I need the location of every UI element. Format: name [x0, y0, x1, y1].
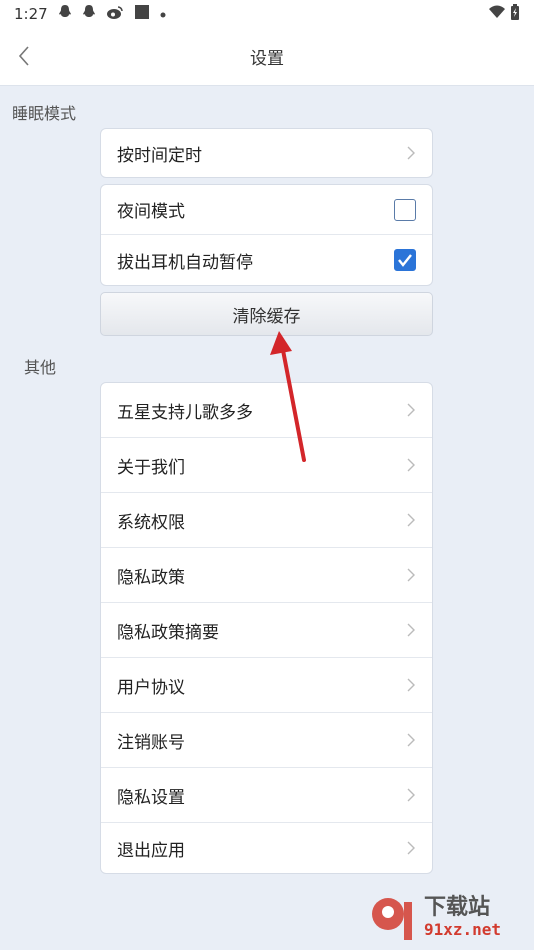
- chevron-right-icon: [407, 568, 415, 582]
- app-header: 设置: [0, 28, 534, 86]
- back-button[interactable]: [12, 42, 36, 70]
- chevron-right-icon: [407, 788, 415, 802]
- other-item-label: 隐私政策: [117, 567, 185, 588]
- auto-pause-row[interactable]: 拔出耳机自动暂停: [101, 235, 432, 285]
- other-item[interactable]: 注销账号: [101, 713, 432, 768]
- chevron-right-icon: [407, 841, 415, 855]
- other-item[interactable]: 系统权限: [101, 493, 432, 548]
- night-mode-label: 夜间模式: [117, 202, 185, 222]
- night-mode-row[interactable]: 夜间模式: [101, 185, 432, 235]
- section-label-other: 其他: [24, 358, 57, 377]
- other-item-label: 系统权限: [117, 512, 185, 533]
- watermark-91-icon: [372, 898, 412, 940]
- other-item-label: 隐私设置: [117, 787, 185, 808]
- battery-icon: [510, 4, 520, 24]
- chevron-right-icon: [407, 146, 415, 160]
- other-item-label: 退出应用: [117, 840, 185, 861]
- timer-row-label: 按时间定时: [117, 145, 202, 166]
- page-title: 设置: [250, 49, 284, 69]
- auto-pause-label: 拔出耳机自动暂停: [117, 252, 253, 273]
- auto-pause-checkbox[interactable]: [394, 249, 416, 271]
- other-item[interactable]: 退出应用: [101, 823, 432, 873]
- annotation-arrow-icon: [270, 331, 306, 462]
- chevron-right-icon: [407, 623, 415, 637]
- app-icon: [134, 4, 150, 24]
- other-item-label: 注销账号: [117, 732, 185, 753]
- dot-icon: [160, 6, 166, 22]
- watermark-main-text: 下载站: [424, 895, 491, 920]
- chevron-right-icon: [407, 403, 415, 417]
- other-item[interactable]: 用户协议: [101, 658, 432, 713]
- chevron-right-icon: [407, 458, 415, 472]
- status-bar: 1:27: [0, 0, 534, 28]
- section-label-sleep: 睡眠模式: [12, 104, 77, 123]
- watermark-sub-text: 91xz.net: [424, 920, 502, 939]
- wifi-icon: [488, 5, 506, 23]
- chevron-right-icon: [407, 513, 415, 527]
- night-mode-checkbox[interactable]: [394, 198, 416, 221]
- weibo-icon: [106, 5, 124, 24]
- qq-icon: [82, 4, 96, 24]
- chevron-left-icon: [18, 46, 29, 66]
- watermark-logo: 下载站 91xz.net: [368, 890, 528, 946]
- toggles-card: 夜间模式 拔出耳机自动暂停: [100, 184, 433, 286]
- other-item-label: 用户协议: [117, 677, 185, 698]
- other-item-label: 隐私政策摘要: [117, 622, 219, 643]
- other-item[interactable]: 隐私政策: [101, 548, 432, 603]
- chevron-right-icon: [407, 678, 415, 692]
- other-item[interactable]: 隐私设置: [101, 768, 432, 823]
- timer-row[interactable]: 按时间定时: [101, 129, 432, 177]
- qq-icon: [58, 4, 72, 24]
- chevron-right-icon: [407, 733, 415, 747]
- timer-card: 按时间定时: [100, 128, 433, 178]
- checkmark-icon: [398, 254, 412, 267]
- status-time: 1:27: [14, 5, 48, 23]
- other-item[interactable]: 隐私政策摘要: [101, 603, 432, 658]
